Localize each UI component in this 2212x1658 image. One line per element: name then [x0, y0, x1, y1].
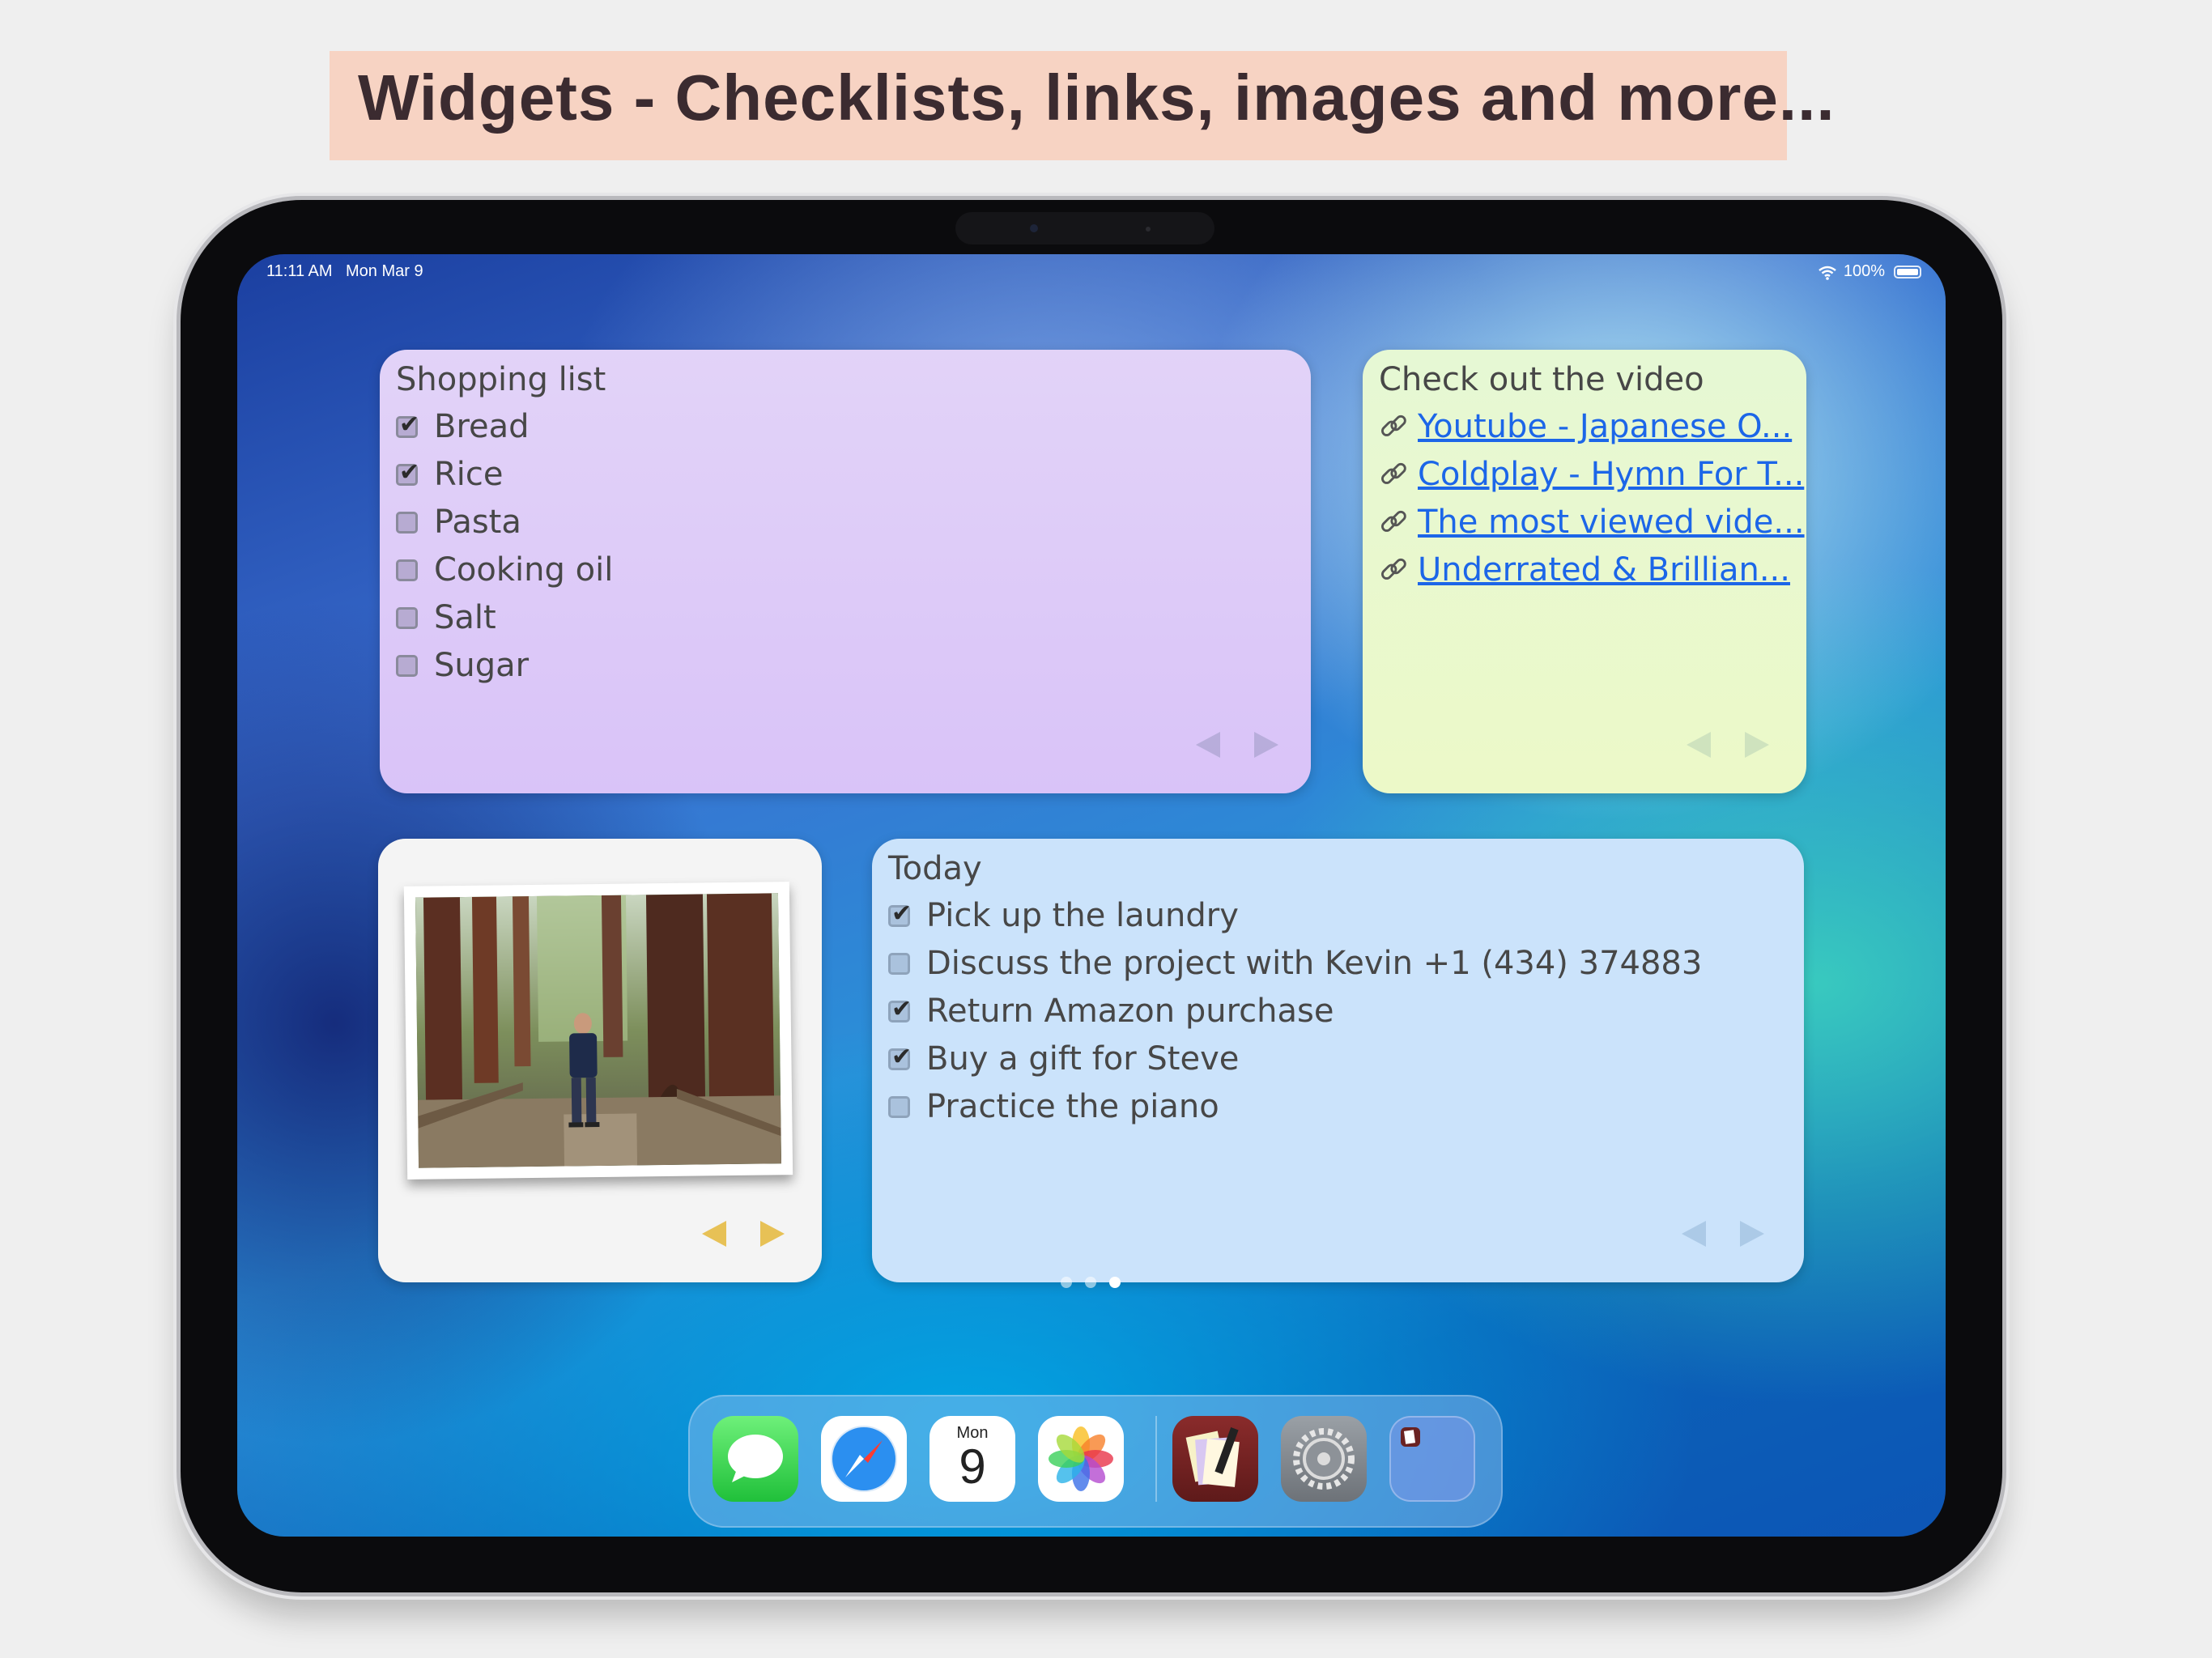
checkbox[interactable] [396, 559, 418, 581]
calendar-date: 9 [959, 1439, 986, 1494]
list-item-label: Practice the piano [926, 1088, 1219, 1125]
photos-app-icon[interactable] [1038, 1416, 1124, 1502]
previous-arrow-icon[interactable] [1687, 732, 1711, 758]
list-item[interactable]: Bread [396, 408, 530, 445]
list-item[interactable]: Pick up the laundry [888, 897, 1239, 934]
list-item-label: Buy a gift for Steve [926, 1040, 1240, 1078]
safari-app-icon[interactable] [821, 1416, 907, 1502]
video-link[interactable]: Coldplay - Hymn For T... [1418, 456, 1804, 493]
app-library-folder-icon[interactable] [1389, 1416, 1475, 1502]
checkbox[interactable] [396, 654, 418, 677]
settings-app-icon[interactable] [1281, 1416, 1367, 1502]
status-date: Mon Mar 9 [346, 262, 423, 280]
checkbox-checked[interactable] [888, 1043, 912, 1071]
list-item[interactable]: Cooking oil [396, 551, 613, 589]
checkbox[interactable] [396, 606, 418, 629]
banner-title: Widgets - Checklists, links, images and … [358, 62, 1836, 134]
list-item[interactable]: Return Amazon purchase [888, 993, 1334, 1030]
page-dot[interactable] [1061, 1277, 1072, 1288]
dock-separator [1155, 1416, 1157, 1502]
page-dot-active[interactable] [1109, 1277, 1121, 1288]
video-link[interactable]: Youtube - Japanese O... [1418, 408, 1792, 445]
link-item[interactable]: Youtube - Japanese O... [1379, 408, 1792, 445]
sensor-dot [1146, 227, 1151, 232]
messages-app-icon[interactable] [713, 1416, 798, 1502]
list-item[interactable]: Practice the piano [888, 1088, 1219, 1125]
list-item[interactable]: Rice [396, 456, 504, 493]
shopping-list-widget[interactable]: Shopping list Bread Rice Pasta Cooking o… [380, 350, 1311, 793]
dock: Mon 9 [688, 1395, 1503, 1528]
link-icon [1381, 558, 1406, 580]
link-item[interactable]: The most viewed vide... [1379, 504, 1805, 541]
list-item[interactable]: Salt [396, 599, 496, 636]
home-screen: 11:11 AM Mon Mar 9 100% Shopping list Br… [237, 254, 1946, 1537]
video-link[interactable]: Underrated & Brillian... [1418, 551, 1790, 589]
page-dot[interactable] [1085, 1277, 1096, 1288]
link-item[interactable]: Coldplay - Hymn For T... [1379, 456, 1804, 493]
list-item[interactable]: Buy a gift for Steve [888, 1040, 1239, 1078]
next-arrow-icon[interactable] [1254, 732, 1278, 758]
next-arrow-icon[interactable] [1745, 732, 1769, 758]
photo-widget[interactable] [378, 839, 822, 1282]
list-item-label: Pasta [434, 504, 521, 541]
checkbox[interactable] [396, 511, 418, 534]
list-item[interactable]: Sugar [396, 647, 529, 684]
camera-housing [955, 212, 1214, 244]
list-item-label: Pick up the laundry [926, 897, 1239, 934]
checkbox-checked[interactable] [396, 410, 419, 439]
checkbox-checked[interactable] [396, 458, 419, 487]
link-icon [1381, 414, 1406, 436]
list-item[interactable]: Discuss the project with Kevin +1 (434) … [888, 945, 1702, 982]
list-item-label: Rice [434, 456, 504, 493]
checkbox-checked[interactable] [888, 899, 912, 928]
polaroid-frame [403, 882, 793, 1180]
video-links-widget[interactable]: Check out the video Youtube - Japanese O… [1363, 350, 1806, 793]
list-item-label: Bread [434, 408, 530, 445]
widget-title: Shopping list [396, 361, 606, 398]
previous-arrow-icon[interactable] [1196, 732, 1220, 758]
forest-photo [415, 893, 782, 1168]
list-item-label: Discuss the project with Kevin +1 (434) … [926, 945, 1703, 982]
next-arrow-icon[interactable] [760, 1221, 785, 1247]
list-item-label: Salt [434, 599, 496, 636]
list-item-label: Cooking oil [434, 551, 614, 589]
list-item-label: Sugar [434, 647, 530, 684]
checkbox[interactable] [888, 1095, 910, 1118]
battery-percent: 100% [1843, 262, 1885, 280]
list-item-label: Return Amazon purchase [926, 993, 1334, 1030]
status-time: 11:11 AM [266, 262, 333, 280]
previous-arrow-icon[interactable] [1682, 1221, 1706, 1247]
checkbox-checked[interactable] [888, 995, 912, 1023]
video-link[interactable]: The most viewed vide... [1418, 504, 1805, 541]
next-arrow-icon[interactable] [1740, 1221, 1764, 1247]
wifi-icon [1819, 266, 1836, 280]
list-item[interactable]: Pasta [396, 504, 521, 541]
link-item[interactable]: Underrated & Brillian... [1379, 551, 1790, 589]
battery-icon [1894, 266, 1921, 278]
link-icon [1381, 510, 1406, 532]
notes-widget-app-icon[interactable] [1172, 1416, 1258, 1502]
calendar-app-icon[interactable]: Mon 9 [929, 1416, 1015, 1502]
widget-title: Today [888, 850, 982, 887]
link-icon [1381, 462, 1406, 484]
previous-arrow-icon[interactable] [702, 1221, 726, 1247]
today-widget[interactable]: Today Pick up the laundry Discuss the pr… [872, 839, 1804, 1282]
widget-title: Check out the video [1379, 361, 1704, 398]
camera-icon [1030, 224, 1038, 232]
checkbox[interactable] [888, 952, 910, 975]
